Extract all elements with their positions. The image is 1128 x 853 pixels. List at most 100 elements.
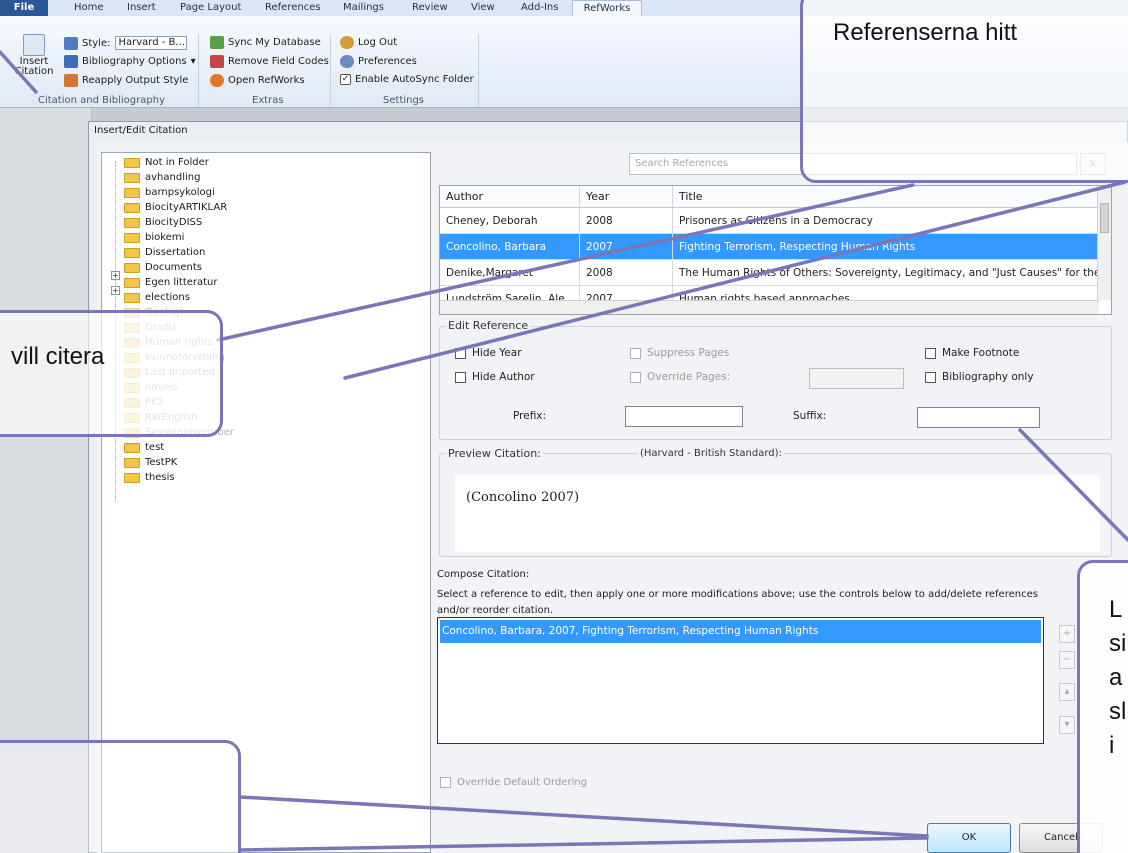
folder-icon xyxy=(124,472,140,483)
folder-label: barnpsykologi xyxy=(145,187,215,198)
folder-item[interactable]: TestPK xyxy=(124,457,177,468)
group-settings-label: Settings xyxy=(383,95,425,106)
table-row[interactable]: Concolino, Barbara 2007 Fighting Terrorism… xyxy=(440,234,1098,260)
callout-right-text: L si a sl i xyxy=(1109,593,1126,763)
checkbox-icon xyxy=(630,371,641,383)
hide-year-label: Hide Year xyxy=(472,347,522,359)
folder-label: avhandling xyxy=(145,172,201,183)
tab-insert[interactable]: Insert xyxy=(127,2,156,13)
cell-year: 2007 xyxy=(580,234,673,260)
callout-ok-info xyxy=(0,740,241,853)
folder-icon xyxy=(124,262,140,273)
tab-mailings[interactable]: Mailings xyxy=(343,2,384,13)
checkbox-icon xyxy=(925,347,936,359)
preferences-label: Preferences xyxy=(358,56,417,67)
table-row[interactable]: Cheney, Deborah 2008 Prisoners as Citizens… xyxy=(440,208,1098,234)
reapply-icon xyxy=(64,74,78,87)
tab-review[interactable]: Review xyxy=(412,2,448,13)
column-header-title[interactable]: Title xyxy=(673,186,1098,208)
folder-icon xyxy=(124,247,140,258)
folder-icon xyxy=(124,202,140,213)
scroll-thumb[interactable] xyxy=(1100,203,1109,233)
tab-home[interactable]: Home xyxy=(74,2,104,13)
folder-item[interactable]: Not in Folder xyxy=(124,157,209,168)
tab-page-layout[interactable]: Page Layout xyxy=(180,2,241,13)
override-pages-checkbox[interactable]: Override Pages: xyxy=(630,371,730,383)
bibliography-only-label: Bibliography only xyxy=(942,371,1034,383)
column-header-author[interactable]: Author xyxy=(440,186,580,208)
insert-citation-button[interactable]: Insert Citation xyxy=(14,34,54,77)
make-footnote-checkbox[interactable]: Make Footnote xyxy=(925,347,1019,359)
vertical-scrollbar[interactable] xyxy=(1097,186,1111,300)
folder-item[interactable]: elections xyxy=(124,292,190,303)
compose-citation-label: Compose Citation: xyxy=(437,569,530,580)
override-pages-field[interactable] xyxy=(809,368,904,389)
suppress-pages-checkbox[interactable]: Suppress Pages xyxy=(630,347,729,359)
tab-view[interactable]: View xyxy=(471,2,495,13)
column-header-year[interactable]: Year xyxy=(580,186,673,208)
tab-references[interactable]: References xyxy=(265,2,321,13)
folder-item[interactable]: Egen litteratur xyxy=(124,277,218,288)
folder-label: BiocityARTIKLAR xyxy=(145,202,228,213)
hide-year-checkbox[interactable]: Hide Year xyxy=(455,347,522,359)
callout-left-text: vill citera xyxy=(11,343,105,370)
move-up-button[interactable]: ▴ xyxy=(1059,683,1075,701)
folder-item[interactable]: thesis xyxy=(124,472,175,483)
hide-author-checkbox[interactable]: Hide Author xyxy=(455,371,535,383)
compose-item[interactable]: Concolino, Barbara, 2007, Fighting Terro… xyxy=(440,620,1041,643)
folder-item[interactable]: avhandling xyxy=(124,172,200,183)
reapply-output-style-button[interactable]: Reapply Output Style xyxy=(64,74,188,87)
cell-title: The Human Rights of Others: Sovereignty,… xyxy=(673,260,1098,286)
folder-item[interactable]: biokemi xyxy=(124,232,184,243)
folder-item[interactable]: barnpsykologi xyxy=(124,187,215,198)
cell-title: Prisoners as Citizens in a Democracy xyxy=(673,208,1098,234)
move-down-button[interactable]: ▾ xyxy=(1059,716,1075,734)
checkbox-checked-icon: ✓ xyxy=(340,74,351,85)
style-icon xyxy=(64,36,78,50)
expand-documents-icon[interactable]: + xyxy=(111,271,120,280)
table-row[interactable]: Denike,Margaret 2008 The Human Rights of O… xyxy=(440,260,1098,286)
group-extras-label: Extras xyxy=(252,95,284,106)
folder-item[interactable]: Documents xyxy=(124,262,202,273)
bibliography-options-button[interactable]: Bibliography Options ▾ xyxy=(64,55,196,68)
log-out-button[interactable]: Log Out xyxy=(340,36,397,49)
delete-reference-button[interactable]: − xyxy=(1059,651,1075,669)
style-selector[interactable]: Style: Harvard - B... xyxy=(64,36,187,50)
ok-button[interactable]: OK xyxy=(927,823,1011,853)
folder-item[interactable]: BiocityDISS xyxy=(124,217,202,228)
tab-add-ins[interactable]: Add-Ins xyxy=(521,2,558,13)
tab-file[interactable]: File xyxy=(0,0,48,16)
folder-item[interactable]: Dissertation xyxy=(124,247,205,258)
expand-egen-litteratur-icon[interactable]: + xyxy=(111,286,120,295)
tab-refworks[interactable]: RefWorks xyxy=(572,0,642,17)
bibliography-icon xyxy=(64,55,78,68)
checkbox-icon xyxy=(455,371,466,383)
style-dropdown[interactable]: Harvard - B... xyxy=(114,36,187,50)
references-grid[interactable]: Author Year Title Cheney, Deborah 2008 Pri… xyxy=(439,185,1112,315)
override-default-ordering-checkbox[interactable]: Override Default Ordering xyxy=(440,777,587,788)
folder-item[interactable]: BiocityARTIKLAR xyxy=(124,202,227,213)
remove-field-codes-button[interactable]: Remove Field Codes xyxy=(210,55,329,68)
suffix-field[interactable] xyxy=(917,407,1040,428)
enable-autosync-checkbox[interactable]: ✓ Enable AutoSync Folder xyxy=(340,74,474,85)
folder-label: Egen litteratur xyxy=(145,277,218,288)
sync-icon xyxy=(210,36,224,49)
folder-icon xyxy=(124,457,140,468)
preview-style-label: (Harvard - British Standard): xyxy=(638,448,784,459)
sync-database-button[interactable]: Sync My Database xyxy=(210,36,321,49)
horizontal-scrollbar[interactable] xyxy=(440,300,1099,314)
prefix-field[interactable] xyxy=(625,406,743,427)
cell-title: Fighting Terrorism, Respecting Human Rig… xyxy=(673,234,1098,260)
compose-citation-list[interactable]: Concolino, Barbara, 2007, Fighting Terro… xyxy=(437,617,1044,744)
folder-label: Documents xyxy=(145,262,203,273)
add-reference-button[interactable]: + xyxy=(1059,625,1075,643)
bibliography-only-checkbox[interactable]: Bibliography only xyxy=(925,371,1034,383)
folder-label: biokemi xyxy=(145,232,185,243)
preferences-button[interactable]: Preferences xyxy=(340,55,417,68)
open-refworks-button[interactable]: Open RefWorks xyxy=(210,74,305,87)
cell-year: 2008 xyxy=(580,208,673,234)
folder-icon xyxy=(124,157,140,168)
sync-database-label: Sync My Database xyxy=(228,37,321,48)
callout-references-found: Referenserna hitt xyxy=(800,0,1128,183)
folder-item[interactable]: test xyxy=(124,442,164,453)
